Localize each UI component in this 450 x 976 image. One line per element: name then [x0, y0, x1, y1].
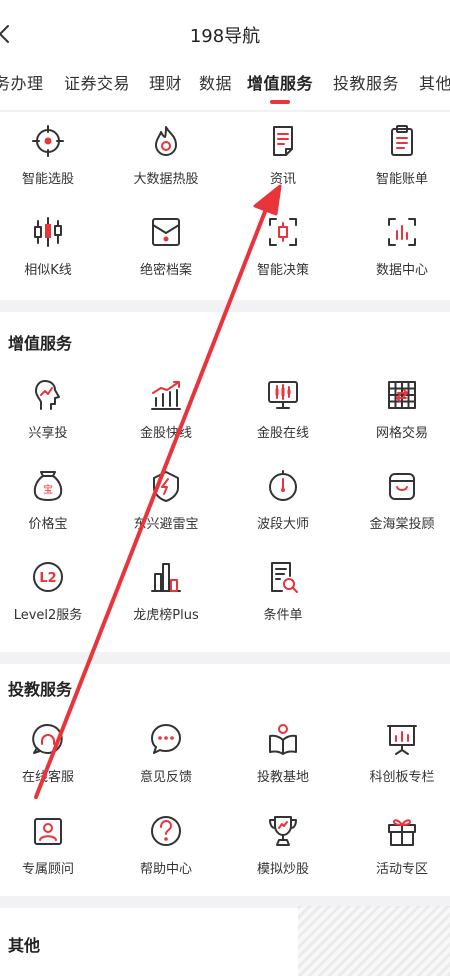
- question-icon: [151, 816, 181, 846]
- grid-item-similar-kline[interactable]: 相似K线: [0, 215, 104, 278]
- tab-wealth[interactable]: 理财: [149, 70, 182, 94]
- grid-item-level2[interactable]: L2 Level2服务: [0, 560, 104, 623]
- grid-item-education-base[interactable]: 投教基地: [227, 722, 339, 785]
- grid-item-conditional-order[interactable]: 条件单: [227, 560, 339, 623]
- tab-education[interactable]: 投教服务: [333, 70, 399, 94]
- grid-item-begonia-advisor[interactable]: 金海棠投顾: [346, 469, 450, 532]
- advisor-icon: [34, 818, 62, 845]
- grid-item-smart-bill[interactable]: 智能账单: [346, 124, 450, 187]
- tab-business[interactable]: 务办理: [0, 70, 44, 94]
- target-icon: [32, 125, 64, 157]
- section-title-education: 投教服务: [8, 680, 73, 699]
- news-icon: [273, 126, 293, 156]
- head-chart-icon: [35, 380, 60, 410]
- chat-headset-icon: [32, 723, 63, 754]
- grid-item-mock-trading[interactable]: 模拟炒股: [227, 814, 339, 877]
- grid-item-smart-decision[interactable]: 智能决策: [227, 215, 339, 278]
- tab-other[interactable]: 其他: [419, 70, 450, 94]
- active-tab-indicator: [270, 100, 290, 104]
- grid-item-dedicated-advisor[interactable]: 专属顾问: [0, 814, 104, 877]
- grid-item-data-center[interactable]: 数据中心: [346, 215, 450, 278]
- grid-icon: [388, 381, 416, 409]
- grid-item-golden-stock-online[interactable]: 金股在线: [227, 378, 339, 441]
- education-section: 投教服务 在线客服 意见反馈 投教基地 科创板专栏 专属顾问 帮助中心 模拟炒股…: [0, 664, 450, 896]
- tools-section: 智能选股 大数据热股 资讯 智能账单 相似K线 绝密档案 智能决策 数据中心: [0, 112, 450, 300]
- clipboard-icon: [391, 125, 413, 156]
- grid-item-xingxiangtou[interactable]: 兴享投: [0, 378, 104, 441]
- grid-item-hot-stocks[interactable]: 大数据热股: [110, 124, 222, 187]
- presentation-icon: [387, 725, 417, 755]
- section-title-value-added: 增值服务: [8, 334, 73, 353]
- grid-item-grid-trading[interactable]: 网格交易: [346, 378, 450, 441]
- category-tabs: 务办理 证券交易 理财 数据 增值服务 投教服务 其他: [0, 64, 450, 110]
- candlestick-icon: [34, 217, 62, 247]
- top-bar: 198导航: [0, 0, 450, 64]
- grid-item-news[interactable]: 资讯: [227, 124, 339, 187]
- reading-person-icon: [269, 724, 297, 755]
- grid-item-band-master[interactable]: 波段大师: [227, 469, 339, 532]
- grid-item-online-service[interactable]: 在线客服: [0, 722, 104, 785]
- page-title: 198导航: [189, 26, 261, 47]
- decision-icon: [269, 218, 297, 246]
- tab-securities-trading[interactable]: 证券交易: [64, 70, 130, 94]
- level2-icon: L2: [33, 562, 63, 592]
- grid-item-golden-stock-express[interactable]: 金股快线: [110, 378, 222, 441]
- grid-item-secret-file[interactable]: 绝密档案: [110, 215, 222, 278]
- watermark-overlay: [298, 906, 450, 976]
- section-title-other: 其他: [8, 936, 41, 955]
- speech-bubble-icon: [151, 724, 181, 754]
- svg-text:宝: 宝: [43, 483, 53, 496]
- monitor-candle-icon: [268, 381, 298, 409]
- value-added-section: 增值服务 兴享投 金股快线 金股在线 网格交易 宝 价格宝 东兴避雷宝 波段大师…: [0, 312, 450, 652]
- secret-envelope-icon: [152, 218, 180, 246]
- money-bag-icon: 宝: [33, 471, 63, 501]
- svg-text:L2: L2: [39, 571, 56, 586]
- grid-item-star-market-column[interactable]: 科创板专栏: [346, 722, 450, 785]
- grid-item-help-center[interactable]: 帮助中心: [110, 814, 222, 877]
- flame-icon: [155, 126, 177, 156]
- timer-icon: [269, 470, 297, 501]
- bar-trend-icon: [151, 381, 181, 410]
- grid-item-activity-zone[interactable]: 活动专区: [346, 814, 450, 877]
- grid-item-smart-stock[interactable]: 智能选股: [0, 124, 104, 187]
- data-center-icon: [388, 218, 416, 246]
- bag-icon: [389, 473, 415, 500]
- grid-item-price-treasure[interactable]: 宝 价格宝: [0, 469, 104, 532]
- grid-item-feedback[interactable]: 意见反馈: [110, 722, 222, 785]
- tab-data[interactable]: 数据: [199, 70, 232, 94]
- grid-item-dragon-tiger-list[interactable]: 龙虎榜Plus: [110, 560, 222, 623]
- ranking-bars-icon: [151, 563, 181, 592]
- tab-value-added[interactable]: 增值服务: [247, 70, 313, 94]
- gift-icon: [388, 819, 416, 846]
- trophy-icon: [269, 816, 297, 846]
- grid-item-lightning-shield[interactable]: 东兴避雷宝: [110, 469, 222, 532]
- shield-bolt-icon: [153, 471, 179, 502]
- document-search-icon: [271, 562, 298, 593]
